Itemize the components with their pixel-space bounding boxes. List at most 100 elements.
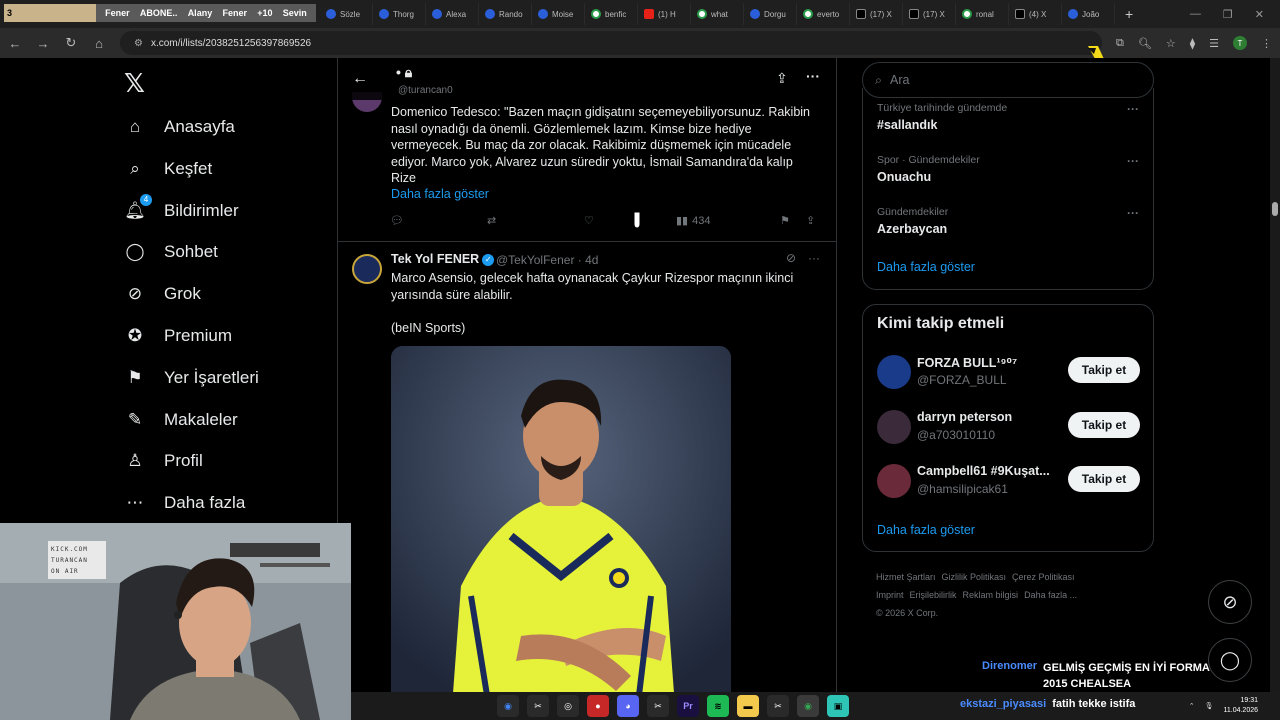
trend-item[interactable]: Spor · Gündemdekiler Onuachu ··· [877,154,1147,184]
author-handle[interactable]: @TekYolFener [496,253,574,267]
forward-icon[interactable]: → [36,36,50,51]
close-icon[interactable]: ✕ [1255,8,1264,21]
page-scrollbar[interactable] [1270,58,1280,692]
nav-item-more[interactable]: ⋯ Daha fazla [124,492,246,514]
tweet-time[interactable]: · 4d [578,253,599,267]
browser-tab[interactable]: (17) X [850,3,903,25]
nav-item-grok[interactable]: ⊘ Grok [124,283,201,305]
more-options-icon[interactable]: ··· [806,68,820,84]
browser-tab[interactable]: (4) X [1009,3,1062,25]
nav-item-bell[interactable]: 🔔︎ 4 Bildirimler [124,193,239,222]
share-icon[interactable]: ⇪ [776,70,788,87]
follow-button[interactable]: Takip et [1068,411,1140,438]
nav-item-home[interactable]: ⌂ Anasayfa [124,116,235,138]
spotify-icon[interactable]: ≋ [707,695,729,717]
show-more-link[interactable]: Daha fazla göster [391,187,489,201]
install-icon[interactable]: ⧉ [1116,37,1124,50]
zoom-icon[interactable]: 🔍︎ [1138,37,1152,50]
capcut-icon[interactable]: ✂ [767,695,789,717]
chrome-icon[interactable]: ◉ [797,695,819,717]
obs-icon[interactable]: ◎ [557,695,579,717]
browser-tab[interactable]: Rando [479,3,532,25]
extensions-icon[interactable]: ⧫ [1190,37,1195,50]
trend-item[interactable]: Türkiye tarihinde gündemde #sallandık ··… [877,102,1147,132]
browser-tab[interactable]: (17) X [903,3,956,25]
trends-show-more[interactable]: Daha fazla göster [877,260,975,274]
avatar[interactable] [877,409,911,444]
site-info-icon[interactable]: ⚙ [134,38,143,49]
follow-suggestion[interactable]: Campbell61 #9Kuşat... @hamsilipicak61 Taki… [877,464,1147,500]
nav-item-bookmark[interactable]: ⚑ Yer İşaretleri [124,367,258,389]
discord-icon[interactable]: ◕ [617,695,639,717]
avatar[interactable] [877,355,911,389]
trend-item[interactable]: Gündemdekiler Azerbaycan ··· [877,206,1147,236]
bookmark-icon[interactable]: ⚑ [780,214,806,227]
follow-suggestion[interactable]: FORZA BULL¹⁹⁰⁷ @FORZA_BULL Takip et [877,355,1147,391]
maximize-icon[interactable]: ❐ [1223,8,1233,21]
avatar[interactable] [352,254,382,284]
browser-tab[interactable]: ronal [956,3,1009,25]
like-icon[interactable]: ♡ [584,214,676,227]
menu-icon[interactable]: ⋮ [1261,37,1272,50]
footer-link[interactable]: Imprint [876,590,904,600]
browser-tab[interactable]: everto [797,3,850,25]
nav-item-search[interactable]: ⌕ Keşfet [124,158,212,180]
browser-tab[interactable]: João [1062,3,1115,25]
reply-icon[interactable]: 💬︎ [390,214,487,227]
follow-show-more[interactable]: Daha fazla göster [877,523,975,537]
more-options-icon[interactable]: ··· [1127,102,1139,116]
scrollbar-thumb[interactable] [1272,202,1278,216]
new-tab-button[interactable]: + [1115,6,1143,22]
profile-avatar[interactable]: T [1233,36,1247,50]
follow-suggestion[interactable]: darryn peterson @a703010110 Takip et [877,409,1147,446]
footer-link[interactable]: Hizmet Şartları [876,572,936,582]
follow-button[interactable]: Takip et [1068,357,1140,383]
browser-tab[interactable]: (1) H [638,3,691,25]
capcut-icon[interactable]: ✂ [647,695,669,717]
browser-tab[interactable]: Moise [532,3,585,25]
more-options-icon[interactable]: ··· [808,251,820,265]
browser-tab[interactable]: Sözle [320,3,373,25]
avatar[interactable] [877,464,911,498]
folder-icon[interactable]: ▬ [737,695,759,717]
footer-link[interactable]: Erişilebilirlik [910,590,957,600]
more-options-icon[interactable]: ··· [1127,206,1139,220]
reload-icon[interactable]: ↻ [64,35,78,51]
x-logo-icon[interactable]: 𝕏 [124,68,145,99]
grok-icon[interactable]: ⊘ [786,251,796,265]
footer-link[interactable]: Daha fazla ... [1024,590,1077,600]
browser-tab[interactable]: benfic [585,3,638,25]
back-arrow-icon[interactable]: ← [352,70,368,88]
footer-link[interactable]: Reklam bilgisi [963,590,1019,600]
capcut-icon[interactable]: ✂ [527,695,549,717]
browser-tab[interactable]: Dorgu [744,3,797,25]
nav-item-articles[interactable]: ✎ Makaleler [124,409,238,431]
footer-link[interactable]: Gizlilik Politikası [942,572,1007,582]
browser-tab[interactable]: Thorg [373,3,426,25]
sidepanel-icon[interactable]: ☰ [1209,37,1219,50]
author-name[interactable]: Tek Yol FENER ✓ [391,252,495,266]
more-options-icon[interactable]: ··· [1127,154,1139,168]
views-button[interactable]: ▮▮ 434 [676,214,780,228]
browser-tab[interactable]: what [691,3,744,25]
home-icon[interactable]: ⌂ [92,36,106,51]
retweet-icon[interactable]: ⇄ [487,214,584,227]
nav-item-chat[interactable]: ◯ Sohbet [124,241,217,263]
search-input[interactable]: ⌕ Ara [862,62,1154,98]
nav-item-premium[interactable]: ✪ Premium [124,325,232,347]
follow-button[interactable]: Takip et [1068,466,1140,492]
chrome-canary-icon[interactable]: ◉ [497,695,519,717]
grok-fab-icon[interactable]: ⊘ [1208,580,1252,624]
minimize-icon[interactable]: — [1190,8,1201,21]
premiere-icon[interactable]: Pr [677,695,699,717]
tweet-image[interactable] [391,346,731,720]
nav-item-profile[interactable]: ♙ Profil [124,450,202,472]
url-field[interactable]: ⚙ x.com/i/lists/2038251256397869526 [120,31,1102,55]
share-icon[interactable]: ⇪ [806,214,815,227]
star-icon[interactable]: ☆ [1166,37,1176,50]
back-icon[interactable]: ← [8,36,22,51]
app-icon[interactable]: ▣ [827,695,849,717]
app-icon[interactable]: ● [587,695,609,717]
browser-tab[interactable]: Alexa [426,3,479,25]
footer-link[interactable]: Çerez Politikası [1012,572,1075,582]
